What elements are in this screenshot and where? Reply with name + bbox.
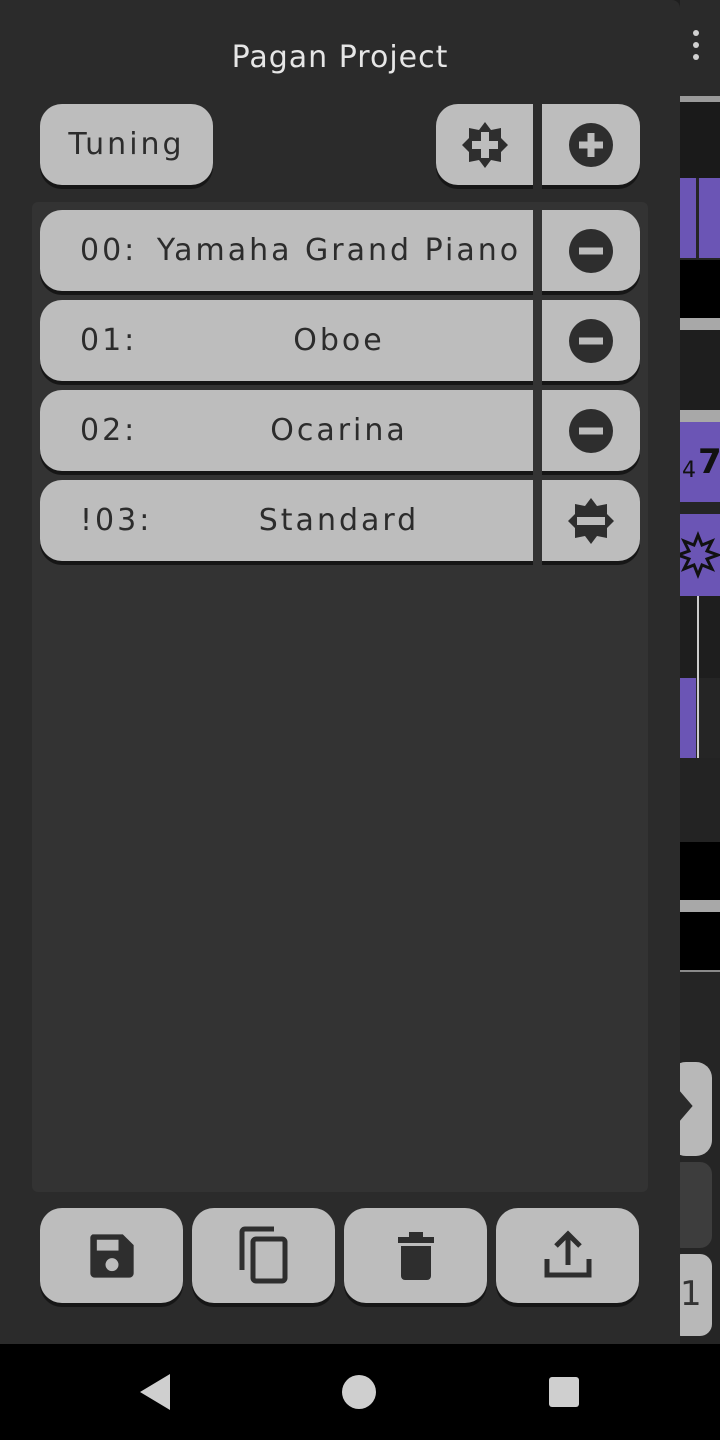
system-navigation-bar [0,1344,720,1440]
channel-name: Yamaha Grand Piano [156,233,522,268]
background-note-cell [699,178,720,258]
tuning-button[interactable]: Tuning [40,104,213,185]
export-icon [544,1229,591,1277]
background-row [680,758,720,842]
overflow-menu-icon[interactable] [689,30,703,70]
background-note-cell: 4 7 [680,422,720,502]
remove-percussion-icon [568,497,614,544]
background-button[interactable] [680,1162,712,1248]
background-row [680,596,720,678]
channel-name: Standard [258,503,420,538]
channel-row-button[interactable]: 01: Oboe [40,300,533,381]
background-app: 4 7 1 [680,0,720,1344]
add-channel-button[interactable] [542,104,640,185]
background-row [680,842,720,900]
remove-channel-button[interactable] [542,300,640,381]
background-divider [680,900,720,912]
channel-number: !03: [80,503,153,538]
channel-number: 01: [80,323,138,358]
save-button[interactable] [40,1208,183,1303]
background-counter-value: 1 [680,1274,702,1314]
channel-row-button[interactable]: !03: Standard [40,480,533,561]
background-row [680,912,720,970]
delete-icon [397,1231,434,1280]
channel-name: Oboe [293,323,385,358]
back-icon[interactable] [136,1372,176,1412]
background-play-button[interactable] [680,1062,712,1156]
channel-number: 00: [80,233,138,268]
channel-number: 02: [80,413,138,448]
recents-icon[interactable] [548,1376,580,1408]
channel-row-button[interactable]: 00: Yamaha Grand Piano [40,210,533,291]
background-divider [680,970,720,972]
background-note-value: 7 [698,442,720,482]
remove-icon [569,318,613,363]
background-row [680,102,720,178]
burst-icon [680,530,720,580]
export-button[interactable] [496,1208,639,1303]
add-percussion-button[interactable] [436,104,533,185]
background-divider [680,410,720,422]
add-percussion-icon [461,121,508,168]
remove-channel-button[interactable] [542,390,640,471]
channel-name: Ocarina [270,413,408,448]
copy-button[interactable] [192,1208,335,1303]
project-drawer: Pagan Project Tuning 00: Yamaha Grand Pi… [0,0,680,1344]
background-percussion-cell [680,514,720,596]
background-row [680,260,720,318]
remove-channel-button[interactable] [542,210,640,291]
background-note-cell [680,178,696,258]
background-divider [680,318,720,330]
background-counter-button[interactable]: 1 [680,1254,712,1336]
remove-percussion-button[interactable] [542,480,640,561]
background-row [680,330,720,410]
background-note-cell [680,678,696,758]
background-gridline [697,596,699,678]
delete-button[interactable] [344,1208,487,1303]
remove-icon [569,228,613,273]
background-gridline [697,678,699,758]
channel-row-button[interactable]: 02: Ocarina [40,390,533,471]
background-note-octave: 4 [682,458,696,483]
copy-icon [239,1226,287,1283]
save-icon [89,1233,134,1278]
home-icon[interactable] [341,1374,377,1410]
project-title: Pagan Project [231,40,449,75]
chevron-right-icon [680,1091,693,1121]
add-channel-icon [569,122,613,167]
remove-icon [569,408,613,453]
